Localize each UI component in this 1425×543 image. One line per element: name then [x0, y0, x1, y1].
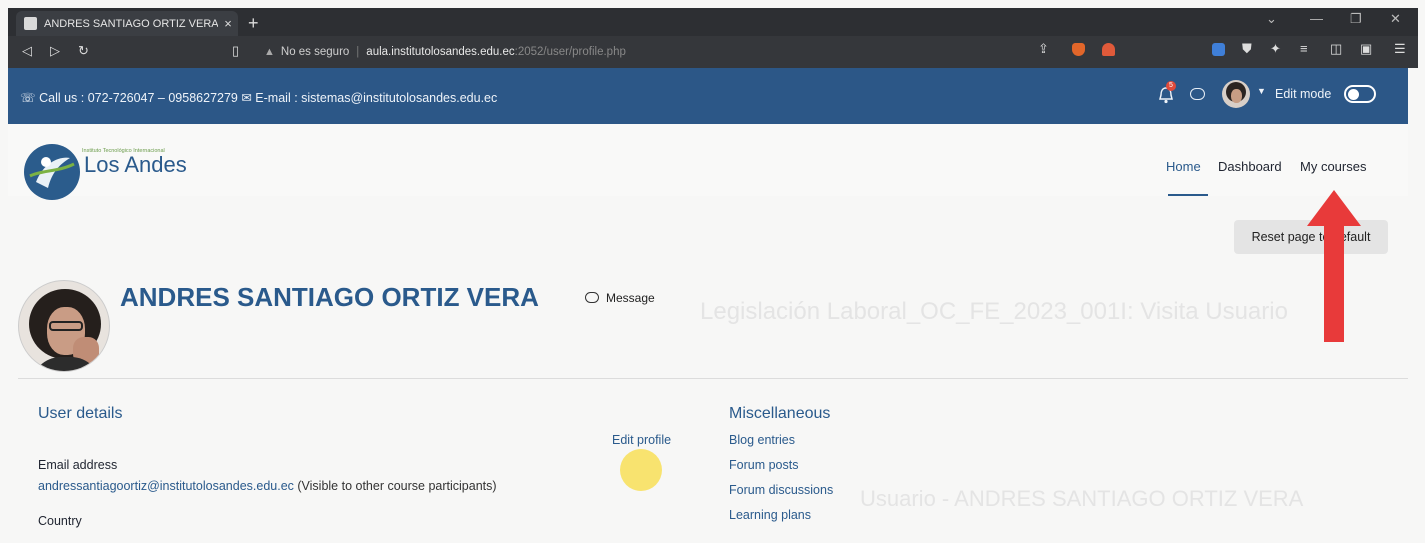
url-host: aula.institutolosandes.edu.ec — [366, 46, 515, 58]
toggle-knob — [1348, 89, 1359, 100]
tab-favicon-icon — [24, 17, 37, 30]
nav-dashboard[interactable]: Dashboard — [1218, 159, 1282, 174]
reload-icon[interactable]: ↻ — [78, 43, 89, 59]
forward-icon[interactable]: ▷ — [50, 43, 60, 59]
messages-icon[interactable] — [1190, 88, 1205, 100]
profile-avatar-glasses — [49, 321, 83, 331]
notification-count-badge: 5 — [1166, 81, 1176, 91]
new-tab-icon[interactable]: + — [248, 13, 259, 34]
learning-plans-link[interactable]: Learning plans — [729, 508, 811, 522]
forum-discussions-link[interactable]: Forum discussions — [729, 483, 833, 497]
los-andes-logo-icon[interactable] — [22, 142, 82, 202]
site-navbar: Instituto Tecnológico Internacional Los … — [8, 124, 1408, 200]
url-input[interactable]: ▲ No es seguro | aula.institutolosandes.… — [264, 41, 1034, 63]
bookmark-icon[interactable]: ▯ — [232, 43, 239, 59]
edit-profile-link[interactable]: Edit profile — [612, 433, 671, 447]
tab-title: ANDRES SANTIAGO ORTIZ VERA — [44, 17, 218, 30]
country-label: Country — [38, 514, 82, 528]
email-link[interactable]: andressantiagoortiz@institutolosandes.ed… — [38, 479, 294, 493]
user-menu-avatar[interactable] — [1222, 80, 1250, 108]
maximize-icon[interactable]: ❐ — [1350, 11, 1362, 27]
nav-active-underline — [1168, 194, 1208, 196]
forum-posts-link[interactable]: Forum posts — [729, 458, 798, 472]
extensions-puzzle-icon[interactable]: ✦ — [1270, 41, 1281, 57]
wallet-icon[interactable]: ▣ — [1360, 41, 1372, 57]
nav-my-courses[interactable]: My courses — [1300, 159, 1366, 174]
annotation-arrow-head — [1307, 190, 1361, 226]
miscellaneous-title: Miscellaneous — [729, 405, 831, 422]
browser-tab[interactable]: ANDRES SANTIAGO ORTIZ VERA × — [16, 11, 238, 36]
nav-home[interactable]: Home — [1166, 159, 1201, 174]
email-visibility-note: (Visible to other course participants) — [293, 479, 497, 493]
browser-menu-icon[interactable]: ☰ — [1394, 41, 1406, 57]
ghost-course-heading: Legislación Laboral_OC_FE_2023_001I: Vis… — [700, 298, 1288, 325]
tab-search-icon[interactable]: ⌄ — [1266, 11, 1277, 27]
ghost-user-heading: Usuario - ANDRES SANTIAGO ORTIZ VERA — [860, 486, 1304, 511]
user-details-title: User details — [38, 405, 123, 422]
edit-mode-toggle[interactable] — [1344, 85, 1376, 103]
close-window-icon[interactable]: ✕ — [1390, 11, 1401, 27]
brave-shield-icon[interactable] — [1072, 43, 1085, 56]
click-highlight-marker — [620, 449, 662, 491]
blog-entries-link[interactable]: Blog entries — [729, 433, 795, 447]
profile-name: ANDRES SANTIAGO ORTIZ VERA — [120, 282, 539, 312]
tab-close-icon[interactable]: × — [218, 16, 238, 31]
browser-tab-bar: ANDRES SANTIAGO ORTIZ VERA × + ⌄ — ❐ ✕ — [8, 8, 1418, 36]
warning-icon: ▲ — [264, 46, 275, 58]
sidebar-icon[interactable]: ◫ — [1330, 41, 1342, 57]
logo-text: Los Andes — [84, 152, 187, 177]
contact-info: ☏ Call us : 072-726047 – 0958627279 ✉ E-… — [20, 91, 498, 105]
reading-list-icon[interactable]: ≡ — [1300, 41, 1308, 56]
url-security-label: No es seguro — [280, 46, 350, 58]
brave-rewards-icon[interactable] — [1102, 43, 1115, 56]
extension-shield-icon[interactable]: ⛊ — [1242, 41, 1252, 57]
browser-address-bar: ◁ ▷ ↻ ▯ ▲ No es seguro | aula.institutol… — [8, 36, 1418, 68]
profile-avatar — [18, 280, 110, 372]
email-label: Email address — [38, 458, 118, 472]
avatar-face — [1231, 89, 1242, 103]
screenshot-root: ANDRES SANTIAGO ORTIZ VERA × + ⌄ — ❐ ✕ ◁… — [0, 0, 1425, 543]
annotation-arrow-shaft — [1324, 222, 1344, 342]
minimize-icon[interactable]: — — [1310, 11, 1323, 26]
message-icon[interactable] — [585, 292, 599, 303]
email-value: andressantiagoortiz@institutolosandes.ed… — [38, 479, 497, 493]
section-divider — [18, 378, 1408, 379]
chevron-down-icon[interactable]: ▼ — [1257, 86, 1266, 96]
url-separator: | — [356, 46, 360, 58]
share-icon[interactable]: ⇪ — [1038, 41, 1049, 57]
message-button[interactable]: Message — [606, 291, 655, 305]
site-top-strip: ☏ Call us : 072-726047 – 0958627279 ✉ E-… — [8, 68, 1408, 124]
extension-translate-icon[interactable] — [1212, 43, 1225, 56]
back-icon[interactable]: ◁ — [22, 43, 32, 59]
url-path: :2052/user/profile.php — [514, 46, 626, 58]
edit-mode-label: Edit mode — [1275, 87, 1332, 101]
